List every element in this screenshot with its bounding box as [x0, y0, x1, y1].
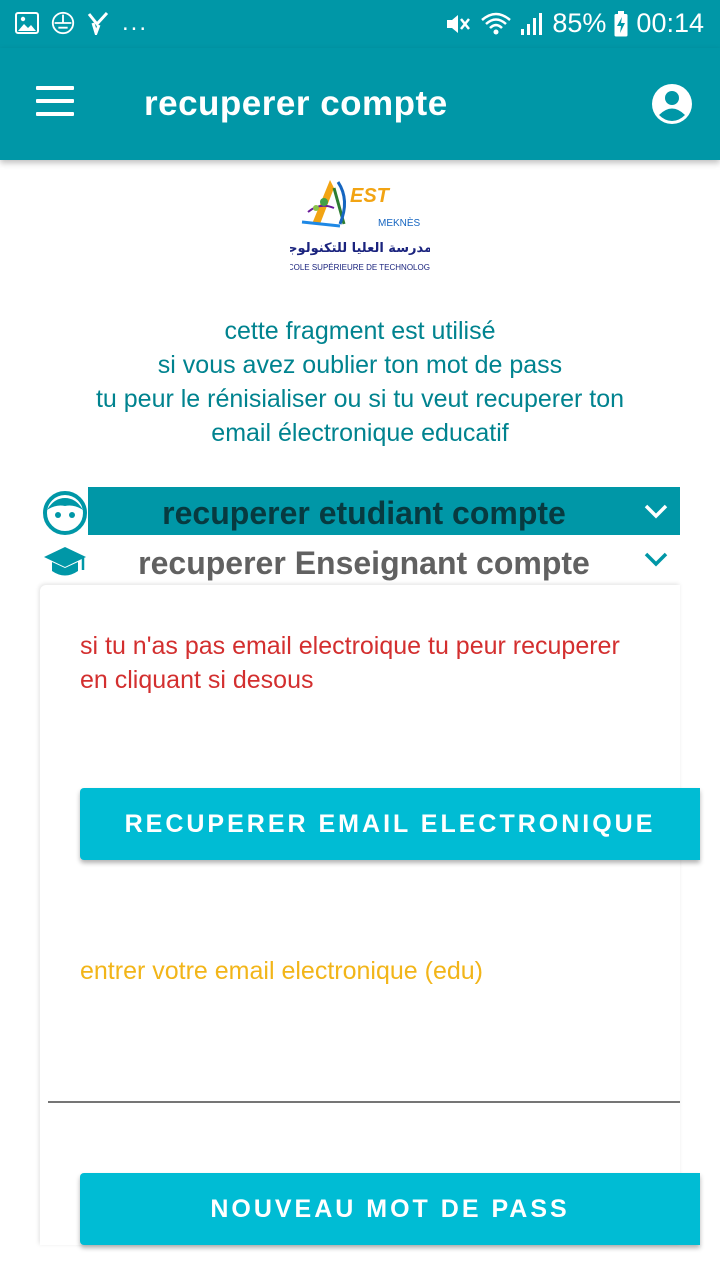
check-icon: [86, 10, 112, 36]
recover-account-screen: ... 85% 00:14 recuperer compte EST MEKNÈ…: [0, 0, 720, 1280]
menu-button[interactable]: [36, 86, 76, 120]
graduation-cap-icon: [42, 540, 88, 586]
chevron-down-icon: [642, 497, 670, 525]
wifi-icon: [480, 11, 512, 37]
signal-icon: [520, 12, 544, 36]
help-line: si tu n'as pas email electroique tu peur…: [80, 632, 620, 660]
recovery-card: si tu n'as pas email electroique tu peur…: [40, 585, 700, 1245]
app-icon: [50, 10, 76, 36]
battery-charging-icon: [614, 10, 628, 37]
school-logo: EST MEKNÈS المدرسة العليا للتكنولوجيا ÉC…: [278, 172, 442, 304]
system-icons: 85% 00:14: [444, 8, 704, 39]
menu-icon: [36, 86, 74, 90]
mute-icon: [444, 11, 472, 37]
help-line: en cliquant si desous: [80, 666, 314, 694]
student-face-icon: [42, 490, 88, 536]
intro-line: email électronique educatif: [211, 419, 509, 447]
intro-text: cette fragment est utilisé si vous avez …: [20, 314, 700, 450]
svg-text:ÉCOLE SUPÉRIEURE DE TECHNOLOGI: ÉCOLE SUPÉRIEURE DE TECHNOLOGIE: [290, 263, 430, 272]
svg-text:EST: EST: [350, 185, 391, 207]
svg-text:MEKNÈS: MEKNÈS: [378, 216, 421, 229]
email-input[interactable]: [48, 1005, 680, 1103]
intro-line: tu peur le rénisialiser ou si tu veut re…: [95, 385, 625, 413]
clock: 00:14: [636, 8, 704, 38]
status-bar: ... 85% 00:14: [0, 0, 720, 48]
email-hint: entrer votre email electronique (edu): [80, 957, 483, 985]
image-icon: [14, 10, 40, 36]
new-password-button[interactable]: NOUVEAU MOT DE PASS: [80, 1173, 700, 1245]
student-section-label: recuperer etudiant compte: [162, 495, 566, 531]
svg-text:المدرسة العليا للتكنولوجيا: المدرسة العليا للتكنولوجيا: [290, 241, 430, 256]
more-notifications: ...: [122, 9, 149, 36]
teacher-account-section[interactable]: recuperer Enseignant compte: [88, 537, 680, 585]
intro-line: cette fragment est utilisé: [224, 317, 496, 345]
teacher-section-label: recuperer Enseignant compte: [138, 545, 590, 581]
notification-icons: ...: [14, 10, 148, 36]
chevron-down-icon: [642, 545, 670, 573]
recover-email-button[interactable]: RECUPERER EMAIL ELECTRONIQUE: [80, 788, 700, 860]
battery-percent: 85%: [552, 8, 607, 38]
student-account-section[interactable]: recuperer etudiant compte: [88, 487, 680, 535]
page-title: recuperer compte: [144, 84, 448, 123]
intro-line: si vous avez oublier ton mot de pass: [157, 351, 563, 379]
help-text: si tu n'as pas email electroique tu peur…: [80, 629, 680, 697]
app-bar: recuperer compte: [0, 48, 720, 160]
account-circle-icon: [652, 84, 692, 124]
account-button[interactable]: [650, 82, 694, 126]
